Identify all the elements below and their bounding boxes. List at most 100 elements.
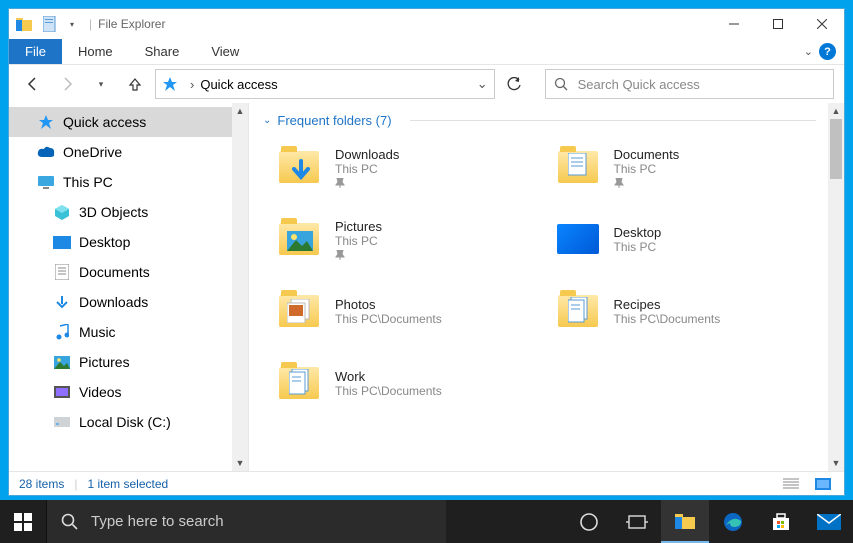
search-icon bbox=[61, 513, 79, 531]
close-button[interactable] bbox=[800, 9, 844, 39]
folder-downloads[interactable]: DownloadsThis PC bbox=[277, 138, 546, 196]
folder-desktop[interactable]: DesktopThis PC bbox=[556, 210, 825, 268]
sidebar-item-label: Desktop bbox=[79, 234, 130, 250]
explorer-body: Quick accessOneDriveThis PC3D ObjectsDes… bbox=[9, 103, 844, 471]
address-dropdown-icon[interactable]: ⌄ bbox=[477, 76, 488, 92]
scroll-down-icon[interactable]: ▼ bbox=[828, 455, 844, 471]
scroll-thumb[interactable] bbox=[830, 119, 842, 179]
status-item-count: 28 items bbox=[19, 477, 64, 491]
folder-location: This PC\Documents bbox=[335, 384, 442, 398]
sidebar-item-label: Local Disk (C:) bbox=[79, 414, 171, 430]
disk-icon bbox=[53, 413, 71, 431]
desktop-icon bbox=[53, 233, 71, 251]
sidebar-item-local-disk-c-[interactable]: Local Disk (C:) bbox=[9, 407, 248, 437]
sidebar-item-label: Pictures bbox=[79, 354, 130, 370]
ribbon-collapse-icon[interactable]: ⌄ bbox=[804, 45, 813, 58]
taskbar-edge[interactable] bbox=[709, 500, 757, 543]
sidebar-item-3d-objects[interactable]: 3D Objects bbox=[9, 197, 248, 227]
folder-pictures[interactable]: PicturesThis PC bbox=[277, 210, 546, 268]
scroll-up-icon[interactable]: ▲ bbox=[828, 103, 844, 119]
nav-up-button[interactable] bbox=[121, 70, 149, 98]
task-view-button[interactable] bbox=[613, 500, 661, 543]
3d-icon bbox=[53, 203, 71, 221]
music-icon bbox=[53, 323, 71, 341]
sidebar-item-label: Music bbox=[79, 324, 116, 340]
titlebar: ▾ | File Explorer bbox=[9, 9, 844, 39]
pin-icon bbox=[162, 76, 178, 92]
folder-icon bbox=[556, 145, 600, 189]
folder-icon bbox=[556, 289, 600, 333]
main-scrollbar[interactable]: ▲ ▼ bbox=[828, 103, 844, 471]
refresh-button[interactable] bbox=[501, 70, 529, 98]
search-placeholder: Search Quick access bbox=[578, 77, 700, 92]
sidebar-item-label: OneDrive bbox=[63, 144, 122, 160]
folder-documents[interactable]: DocumentsThis PC bbox=[556, 138, 825, 196]
taskbar-search-placeholder: Type here to search bbox=[91, 513, 224, 530]
folder-icon bbox=[277, 361, 321, 405]
section-header[interactable]: ⌄ Frequent folders (7) bbox=[249, 103, 844, 134]
sidebar-item-downloads[interactable]: Downloads bbox=[9, 287, 248, 317]
sidebar-item-quick-access[interactable]: Quick access bbox=[9, 107, 248, 137]
pin-icon bbox=[37, 113, 55, 131]
down-icon bbox=[53, 293, 71, 311]
breadcrumb-location[interactable]: Quick access bbox=[200, 77, 277, 92]
tab-view[interactable]: View bbox=[195, 39, 255, 64]
pin-icon bbox=[614, 178, 680, 188]
sidebar-scrollbar[interactable]: ▲ ▼ bbox=[232, 103, 248, 471]
scroll-up-icon[interactable]: ▲ bbox=[232, 103, 248, 119]
sidebar-item-this-pc[interactable]: This PC bbox=[9, 167, 248, 197]
nav-back-button[interactable] bbox=[19, 70, 47, 98]
folder-icon bbox=[277, 217, 321, 261]
pin-icon bbox=[335, 178, 399, 188]
taskbar-store[interactable] bbox=[757, 500, 805, 543]
tab-file[interactable]: File bbox=[9, 39, 62, 64]
navbar: ▾ › Quick access ⌄ Search Quick access bbox=[9, 65, 844, 103]
taskbar-mail[interactable] bbox=[805, 500, 853, 543]
folder-work[interactable]: WorkThis PC\Documents bbox=[277, 354, 546, 412]
taskbar-file-explorer[interactable] bbox=[661, 500, 709, 543]
task-icons bbox=[565, 500, 853, 543]
help-button[interactable]: ? bbox=[819, 43, 836, 60]
tab-home[interactable]: Home bbox=[62, 39, 129, 64]
taskbar-search[interactable]: Type here to search bbox=[46, 500, 446, 543]
sidebar-item-pictures[interactable]: Pictures bbox=[9, 347, 248, 377]
start-button[interactable] bbox=[0, 500, 46, 543]
sidebar-item-documents[interactable]: Documents bbox=[9, 257, 248, 287]
sidebar-item-label: Quick access bbox=[63, 114, 146, 130]
cortana-button[interactable] bbox=[565, 500, 613, 543]
folder-icon bbox=[277, 289, 321, 333]
sidebar-item-label: Downloads bbox=[79, 294, 148, 310]
qat-dropdown-icon[interactable]: ▾ bbox=[61, 13, 83, 35]
minimize-button[interactable] bbox=[712, 9, 756, 39]
folder-name: Documents bbox=[614, 147, 680, 162]
search-input[interactable]: Search Quick access bbox=[545, 69, 834, 99]
video-icon bbox=[53, 383, 71, 401]
scroll-down-icon[interactable]: ▼ bbox=[232, 455, 248, 471]
folder-location: This PC bbox=[614, 240, 662, 254]
pin-icon bbox=[335, 250, 382, 260]
maximize-button[interactable] bbox=[756, 9, 800, 39]
address-bar[interactable]: › Quick access ⌄ bbox=[155, 69, 495, 99]
nav-forward-button[interactable] bbox=[53, 70, 81, 98]
thumbnails-view-button[interactable] bbox=[812, 475, 834, 493]
qat-properties-icon[interactable] bbox=[39, 13, 61, 35]
folder-location: This PC bbox=[614, 162, 680, 176]
nav-pane: Quick access OneDrive This PC3D Objects Des… bbox=[9, 103, 249, 471]
breadcrumb-separator: › bbox=[190, 77, 194, 92]
tab-share[interactable]: Share bbox=[129, 39, 196, 64]
taskbar: Type here to search bbox=[0, 500, 853, 543]
sidebar-item-videos[interactable]: Videos bbox=[9, 377, 248, 407]
ribbon-tabs: File Home Share View ⌄ ? bbox=[9, 39, 844, 65]
titlebar-separator: | bbox=[89, 17, 92, 31]
folder-recipes[interactable]: RecipesThis PC\Documents bbox=[556, 282, 825, 340]
section-divider bbox=[410, 120, 816, 121]
window-title: File Explorer bbox=[98, 17, 165, 31]
folder-photos[interactable]: PhotosThis PC\Documents bbox=[277, 282, 546, 340]
nav-recent-dropdown[interactable]: ▾ bbox=[87, 70, 115, 98]
search-icon bbox=[554, 77, 568, 91]
details-view-button[interactable] bbox=[780, 475, 802, 493]
sidebar-item-onedrive[interactable]: OneDrive bbox=[9, 137, 248, 167]
folder-location: This PC bbox=[335, 162, 399, 176]
sidebar-item-desktop[interactable]: Desktop bbox=[9, 227, 248, 257]
sidebar-item-music[interactable]: Music bbox=[9, 317, 248, 347]
